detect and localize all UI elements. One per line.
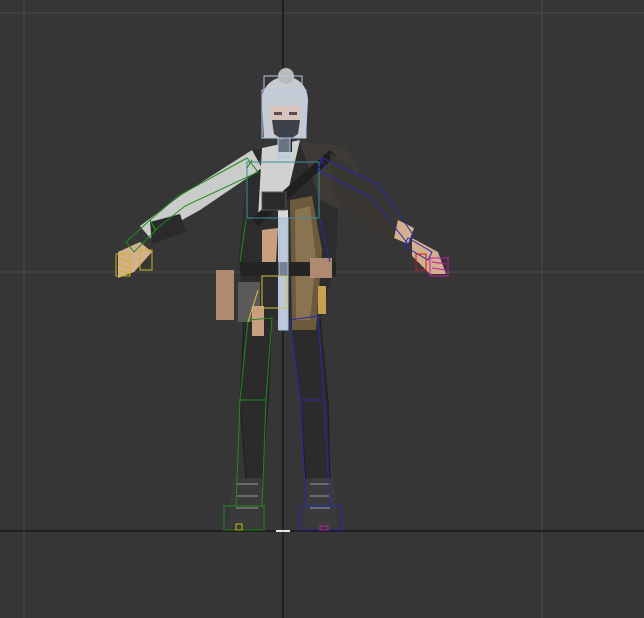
bone-overlay[interactable] [115,75,449,531]
3d-viewport[interactable] [0,0,644,618]
viewport-canvas[interactable] [0,0,644,618]
